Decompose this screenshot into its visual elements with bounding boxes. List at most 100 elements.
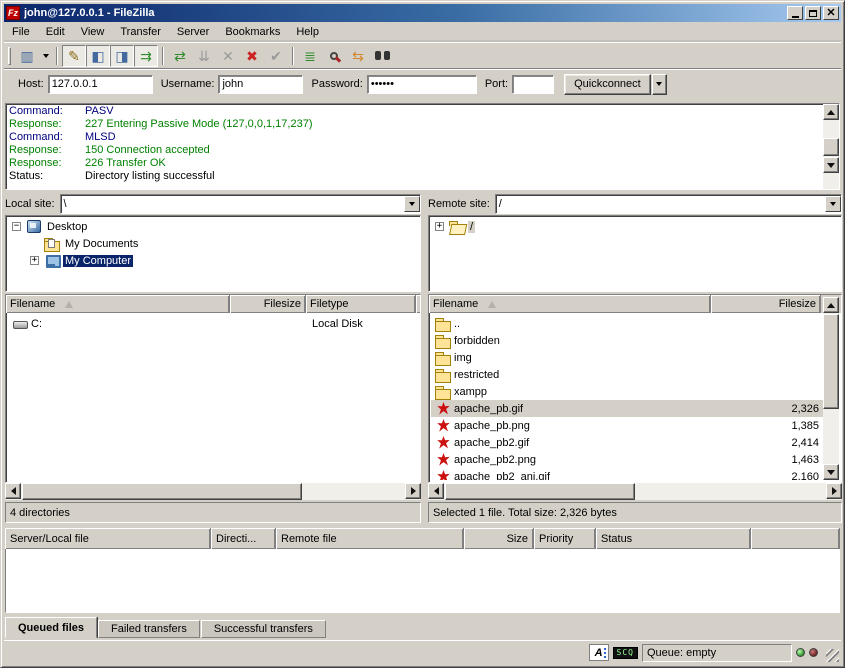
host-input[interactable] <box>48 75 153 94</box>
file-row[interactable]: forbidden <box>431 332 823 349</box>
scrollbar-thumb[interactable] <box>22 483 302 500</box>
file-row[interactable]: restricted <box>431 366 823 383</box>
tab-queued-files[interactable]: Queued files <box>5 617 97 638</box>
queue-column-header-priority[interactable]: Priority <box>534 528 596 549</box>
speed-limit-badge-icon[interactable]: SCQ <box>613 647 638 659</box>
remote-tree: +/ <box>428 215 842 292</box>
file-row[interactable]: C:Local Disk <box>8 315 418 332</box>
remote-site-dropdown-button[interactable] <box>825 196 841 212</box>
tab-label: Successful transfers <box>214 623 313 635</box>
magnifier-icon <box>330 52 338 60</box>
maximize-button[interactable] <box>805 6 821 20</box>
tab-successful-transfers[interactable]: Successful transfers <box>201 620 326 638</box>
file-row[interactable]: img <box>431 349 823 366</box>
menu-transfer[interactable]: Transfer <box>112 23 169 41</box>
site-manager-dropdown-button[interactable] <box>39 45 52 67</box>
file-row[interactable]: xampp <box>431 383 823 400</box>
menu-bookmarks[interactable]: Bookmarks <box>217 23 288 41</box>
tree-item[interactable]: +My Computer <box>6 252 420 269</box>
local-list-hscrollbar[interactable] <box>5 483 421 500</box>
resize-grip[interactable] <box>826 649 839 662</box>
expander-plus-icon[interactable]: + <box>30 256 39 265</box>
queue-column-header-size[interactable]: Size <box>464 528 534 549</box>
scrollbar-thumb[interactable] <box>823 138 839 156</box>
toggle-message-log-button[interactable]: ✎ <box>62 45 86 67</box>
tree-item-label: Desktop <box>45 221 89 233</box>
username-input[interactable] <box>218 75 303 94</box>
file-cell-name: .. <box>431 315 713 332</box>
scroll-left-button[interactable] <box>5 483 21 499</box>
reconnect-button[interactable]: ✔ <box>264 45 288 67</box>
file-row[interactable]: apache_pb.gif2,326 <box>431 400 823 417</box>
scroll-down-button[interactable] <box>823 157 839 173</box>
remote-list-vscrollbar[interactable] <box>823 297 839 480</box>
column-header-L[interactable]: L <box>416 295 421 313</box>
log-line-text: 150 Connection accepted <box>85 144 210 157</box>
local-site-dropdown-button[interactable] <box>404 196 420 212</box>
file-row[interactable]: apache_pb2_ani.gif2,160 <box>431 468 823 480</box>
cancel-button[interactable]: ✕ <box>216 45 240 67</box>
menu-help[interactable]: Help <box>288 23 327 41</box>
synchronized-browsing-button[interactable]: ⇆ <box>346 45 370 67</box>
column-header-Filesize[interactable]: Filesize <box>711 295 821 313</box>
queue-column-header[interactable] <box>751 528 840 549</box>
close-button[interactable]: ✕ <box>823 6 839 20</box>
quickconnect-dropdown-button[interactable] <box>652 74 667 95</box>
local-site-combo[interactable]: \ <box>60 194 421 214</box>
process-queue-button[interactable]: ⇊ <box>192 45 216 67</box>
log-vscrollbar[interactable] <box>823 104 839 189</box>
scroll-left-button[interactable] <box>428 483 444 499</box>
queue-column-header-directi---[interactable]: Directi... <box>211 528 276 549</box>
refresh-button[interactable]: ⇄ <box>168 45 192 67</box>
local-status-text: 4 directories <box>5 502 421 523</box>
column-header-Filesize[interactable]: Filesize <box>230 295 306 313</box>
expander-minus-icon[interactable]: − <box>12 222 21 231</box>
file-row[interactable]: apache_pb2.png1,463 <box>431 451 823 468</box>
menu-edit[interactable]: Edit <box>38 23 73 41</box>
menu-file[interactable]: File <box>4 23 38 41</box>
minimize-button[interactable] <box>787 6 803 20</box>
queue-column-header-server-local-file[interactable]: Server/Local file <box>5 528 211 549</box>
remote-site-combo[interactable]: / <box>495 194 842 214</box>
scroll-right-button[interactable] <box>405 483 421 499</box>
filter-icon: ≣ <box>304 49 316 63</box>
scroll-up-button[interactable] <box>823 297 839 313</box>
filter-button[interactable]: ≣ <box>298 45 322 67</box>
tree-item[interactable]: +/ <box>429 218 841 235</box>
directory-comparison-button[interactable] <box>370 45 394 67</box>
tab-failed-transfers[interactable]: Failed transfers <box>98 620 200 638</box>
column-header-Filename[interactable]: Filename <box>429 295 711 313</box>
file-row[interactable]: .. <box>431 315 823 332</box>
expander-plus-icon[interactable]: + <box>435 222 444 231</box>
tree-item[interactable]: My Documents <box>6 235 420 252</box>
file-row[interactable]: apache_pb2.gif2,414 <box>431 434 823 451</box>
queue-column-header-remote-file[interactable]: Remote file <box>276 528 464 549</box>
disconnect-button[interactable]: ✖ <box>240 45 264 67</box>
toggle-transfer-queue-button[interactable]: ⇉ <box>134 45 158 67</box>
file-search-button[interactable] <box>322 45 346 67</box>
menu-view[interactable]: View <box>73 23 113 41</box>
tree-item[interactable]: − Desktop <box>6 218 420 235</box>
column-header-Filetype[interactable]: Filetype <box>306 295 416 313</box>
file-row[interactable]: apache_pb.png1,385 <box>431 417 823 434</box>
remote-list-hscrollbar[interactable] <box>428 483 842 500</box>
site-manager-button[interactable]: ▥ <box>15 45 39 67</box>
column-header-Filename[interactable]: Filename <box>6 295 230 313</box>
scrollbar-thumb[interactable] <box>823 314 839 409</box>
scroll-right-button[interactable] <box>826 483 842 499</box>
transfer-type-indicator-icon[interactable]: A <box>589 644 609 661</box>
toggle-remote-tree-button[interactable]: ◨ <box>110 45 134 67</box>
scroll-down-button[interactable] <box>823 464 839 480</box>
remote-site-label: Remote site: <box>428 198 490 210</box>
scrollbar-thumb[interactable] <box>445 483 635 500</box>
port-input[interactable] <box>512 75 554 94</box>
file-name-label: C: <box>31 318 42 330</box>
password-input[interactable] <box>367 75 477 94</box>
toggle-local-tree-button[interactable]: ◧ <box>86 45 110 67</box>
queue-column-header-status[interactable]: Status <box>596 528 751 549</box>
log-line-text: 226 Transfer OK <box>85 157 166 170</box>
scroll-up-button[interactable] <box>823 104 839 120</box>
quickconnect-button[interactable]: Quickconnect <box>564 74 651 95</box>
menu-server[interactable]: Server <box>169 23 217 41</box>
local-tree: − Desktop My Documents+My Computer <box>5 215 421 292</box>
